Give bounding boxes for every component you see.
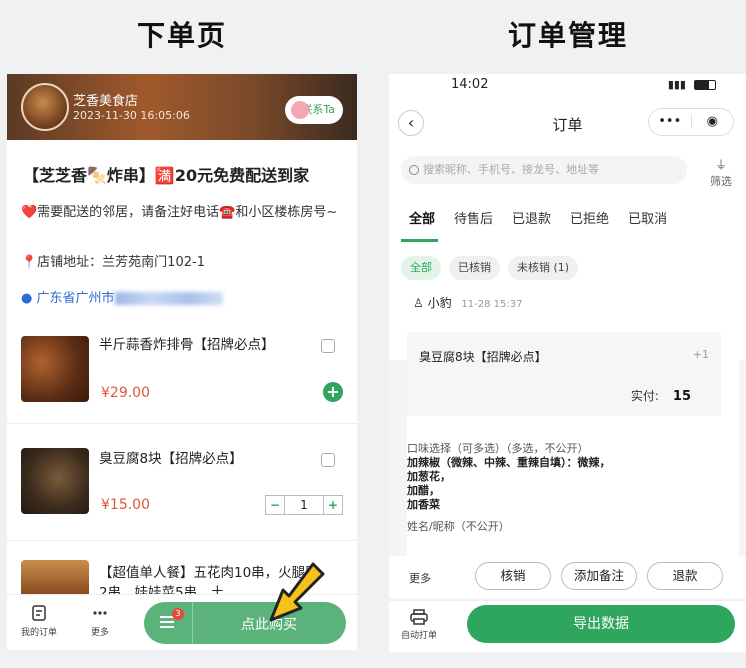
contact-avatar-icon: [291, 101, 309, 119]
mini-program-capsule: ••• ◉: [648, 108, 734, 136]
auto-print-label: 自动打单: [401, 631, 438, 641]
tab-rejected[interactable]: 已拒绝: [570, 208, 609, 244]
my-orders-label: 我的订单: [21, 628, 58, 638]
decrease-button[interactable]: −: [266, 496, 284, 514]
option-line: 加醋，: [407, 484, 440, 497]
store-address: 📍店铺地址：兰芳苑南门102-1: [21, 255, 205, 270]
signal-icon: ▮▮▮: [667, 78, 686, 91]
share-icon[interactable]: [321, 453, 335, 467]
product-item[interactable]: 臭豆腐8块【招牌必点】 ¥15.00 − 1 +: [7, 424, 357, 541]
my-orders-tab[interactable]: 我的订单: [21, 605, 57, 638]
product-price: ¥15.00: [101, 497, 150, 513]
paid-amount: 实付: 15: [631, 387, 691, 404]
share-icon[interactable]: [321, 339, 335, 353]
order-card[interactable]: ♙ 小豹 11-28 15:37 臭豆腐8块【招牌必点】 +1 实付: 15 口味…: [407, 286, 739, 562]
item-qty: +1: [692, 348, 709, 361]
paid-label: 实付:: [630, 389, 659, 403]
right-heading: 订单管理: [508, 19, 629, 52]
shop-banner: 芝香美食店 2023-11-30 16:05:06 联系Ta: [7, 74, 357, 140]
user-icon: ♙: [413, 296, 428, 310]
tab-after-sale[interactable]: 待售后: [454, 208, 493, 244]
export-data-button[interactable]: 导出数据: [467, 605, 735, 643]
product-name: 半斤蒜香炸排骨【招牌必点】: [99, 337, 275, 353]
verify-filter-chips: 全部 已核销 未核销 (1): [401, 256, 579, 280]
contact-button[interactable]: 联系Ta: [285, 96, 343, 124]
add-to-cart-button[interactable]: +: [323, 382, 343, 402]
tab-refunded[interactable]: 已退款: [512, 208, 551, 244]
product-item[interactable]: 半斤蒜香炸排骨【招牌必点】 ¥29.00 +: [7, 322, 357, 424]
add-note-button[interactable]: 添加备注: [561, 562, 637, 590]
tab-cancelled[interactable]: 已取消: [628, 208, 667, 244]
printer-icon: [410, 609, 428, 625]
search-icon: [409, 165, 419, 175]
product-image[interactable]: [21, 448, 89, 514]
more-actions-button[interactable]: 更多: [409, 570, 431, 586]
more-label: 更多: [91, 628, 110, 638]
clock: 14:02: [451, 77, 489, 92]
active-tab-indicator: [401, 239, 438, 242]
funnel-icon: ⏚: [714, 158, 727, 172]
chip-verified[interactable]: 已核销: [449, 256, 500, 280]
chip-unverified[interactable]: 未核销 (1): [508, 256, 579, 280]
shop-name: 芝香美食店: [73, 94, 139, 109]
quantity-value[interactable]: 1: [284, 496, 324, 514]
pointer-arrow-icon: [269, 562, 325, 622]
location-blurred: [114, 292, 223, 305]
order-management-screen: 14:02 ▮▮▮ ‹ 订单 ••• ◉ 搜索昵称、手机号、接龙号、地址等 ⏚ …: [389, 74, 746, 652]
option-line: 加香菜: [407, 498, 440, 511]
paid-value: 15: [672, 389, 691, 404]
group-title: 【芝芝香🍢炸串】🈵20元免费配送到家: [23, 166, 310, 185]
verify-button[interactable]: 核销: [475, 562, 551, 590]
search-input[interactable]: 搜索昵称、手机号、接龙号、地址等: [401, 156, 687, 184]
location-pin-icon: ●: [21, 291, 33, 306]
more-dots-icon: [93, 611, 107, 615]
battery-icon: [694, 80, 716, 90]
user-name: 小豹: [427, 296, 452, 310]
product-price: ¥29.00: [101, 385, 150, 401]
order-notes: 口味选择（可多选）（多选，不公开） 加辣椒（微辣、中辣、重辣自填）：微辣， 加葱…: [407, 442, 611, 534]
bottom-bar: 自动打单 导出数据: [389, 600, 746, 652]
menu-dots-icon[interactable]: •••: [649, 109, 691, 135]
delivery-notice: ❤️需要配送的邻居，请备注好电话☎️和小区楼栋房号~: [21, 205, 338, 220]
order-list-icon: [32, 605, 46, 621]
filter-label: 筛选: [710, 175, 732, 188]
more-tab[interactable]: 更多: [91, 605, 109, 638]
order-time: 11-28 15:37: [461, 299, 523, 310]
order-tabs: 全部 待售后 已退款 已拒绝 已取消: [389, 208, 746, 244]
name-field-label: 姓名/昵称（不公开）: [407, 520, 510, 533]
chip-all[interactable]: 全部: [401, 256, 441, 280]
post-datetime: 2023-11-30 16:05:06: [73, 109, 190, 122]
order-actions: 更多 核销 添加备注 退款: [389, 556, 746, 598]
close-target-icon[interactable]: ◉: [692, 109, 734, 135]
left-heading: 下单页: [137, 19, 228, 52]
cart-count-badge: 3: [172, 608, 184, 620]
navigation-bar: ‹ 订单 ••• ◉: [389, 96, 746, 150]
option-line: 加葱花，: [407, 470, 451, 483]
cart-icon[interactable]: [160, 616, 174, 628]
shop-avatar[interactable]: [21, 83, 69, 131]
item-name: 臭豆腐8块【招牌必点】: [419, 350, 547, 364]
refund-button[interactable]: 退款: [647, 562, 723, 590]
status-bar: 14:02 ▮▮▮: [389, 74, 746, 96]
quantity-stepper[interactable]: − 1 +: [265, 495, 343, 515]
location-text: 广东省广州市: [36, 291, 115, 306]
product-name: 臭豆腐8块【招牌必点】: [99, 451, 243, 467]
option-line: 加辣椒（微辣、中辣、重辣自填）：微辣，: [407, 456, 611, 469]
order-user: ♙ 小豹 11-28 15:37: [413, 294, 522, 311]
auto-print-button[interactable]: 自动打单: [401, 609, 437, 641]
product-image[interactable]: [21, 336, 89, 402]
increase-button[interactable]: +: [324, 496, 342, 514]
order-item: 臭豆腐8块【招牌必点】 +1 实付: 15: [407, 332, 721, 416]
option-title: 口味选择（可多选）（多选，不公开）: [407, 442, 589, 455]
location-link[interactable]: ● 广东省广州市: [21, 287, 223, 306]
filter-button[interactable]: ⏚ 筛选: [710, 156, 732, 189]
